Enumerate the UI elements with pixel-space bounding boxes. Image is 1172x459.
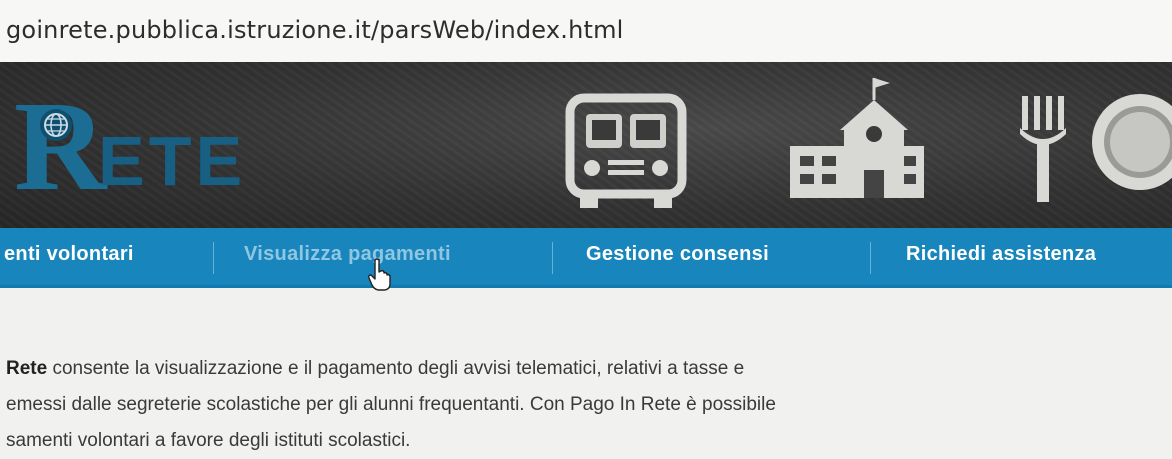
globe-icon bbox=[40, 109, 72, 141]
nav-item-richiedi-assistenza[interactable]: Richiedi assistenza bbox=[906, 243, 1096, 266]
hand-cursor-icon bbox=[368, 258, 391, 291]
intro-content: Rete consente la visualizzazione e il pa… bbox=[0, 288, 1172, 459]
main-nav: enti volontari Visualizza pagamenti Gest… bbox=[0, 228, 1172, 288]
school-building-icon bbox=[790, 78, 924, 198]
nav-item-visualizza-pagamenti[interactable]: Visualizza pagamenti bbox=[244, 243, 451, 266]
intro-bold-word: Rete bbox=[6, 358, 48, 379]
nav-divider bbox=[213, 242, 214, 274]
url-text[interactable]: goinrete.pubblica.istruzione.it/parsWeb/… bbox=[6, 16, 624, 44]
address-bar[interactable]: goinrete.pubblica.istruzione.it/parsWeb/… bbox=[0, 0, 1172, 63]
nav-divider bbox=[870, 242, 871, 274]
intro-line-3: samenti volontari a favore degli istitut… bbox=[6, 430, 411, 451]
intro-line-1: Rete consente la visualizzazione e il pa… bbox=[6, 358, 744, 380]
header-banner: R ETE bbox=[0, 62, 1172, 228]
nav-divider bbox=[552, 242, 553, 274]
fork-plate-icon bbox=[1020, 94, 1172, 202]
logo-text: ETE bbox=[98, 122, 247, 200]
nav-item-pagamenti-volontari[interactable]: enti volontari bbox=[4, 243, 134, 266]
school-bus-icon bbox=[565, 93, 687, 208]
nav-item-gestione-consensi[interactable]: Gestione consensi bbox=[586, 243, 769, 266]
intro-line-2: emessi dalle segreterie scolastiche per … bbox=[6, 394, 776, 415]
logo[interactable]: R bbox=[14, 82, 106, 210]
intro-line-1-text: consente la visualizzazione e il pagamen… bbox=[47, 358, 745, 379]
